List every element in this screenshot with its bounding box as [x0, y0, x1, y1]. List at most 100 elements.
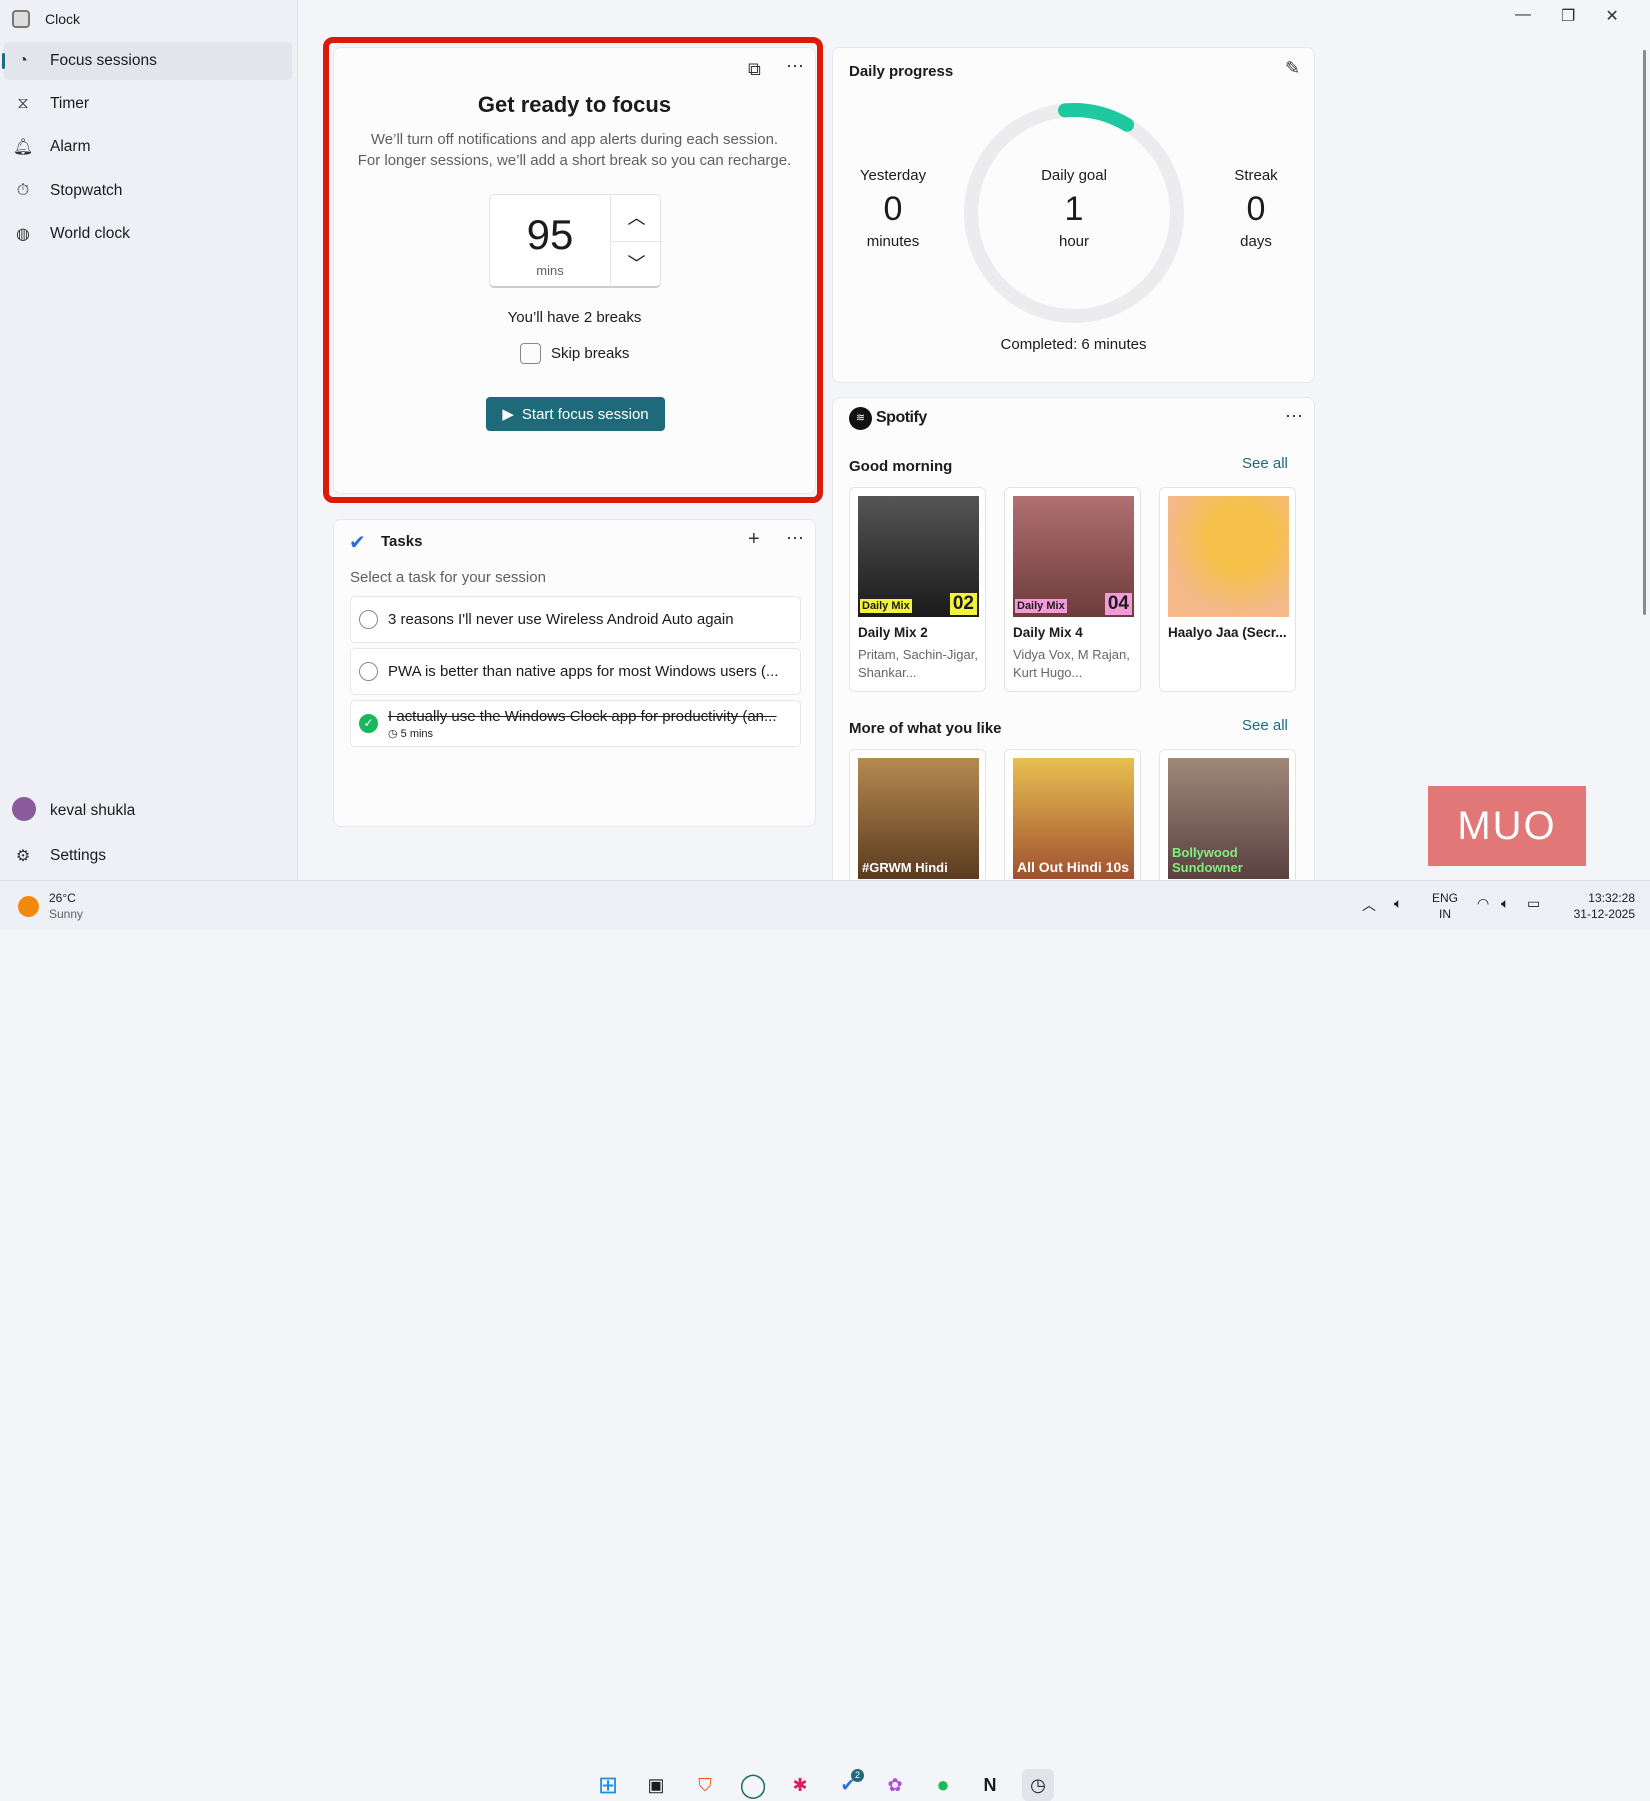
playlist-tile[interactable]: Daily Mix 02 Daily Mix 2 Pritam, Sachin-Jig… [849, 487, 986, 692]
play-icon: ▶ [502, 406, 514, 423]
spotify-brand: Spotify [876, 409, 927, 426]
sidebar-item-settings[interactable]: ⚙ Settings [4, 837, 292, 875]
opera-icon[interactable]: ◯ [737, 1769, 769, 1801]
sidebar-item-world-clock[interactable]: ◍ World clock [4, 215, 292, 253]
task-item[interactable]: ✓ I actually use the Windows Clock app f… [350, 700, 801, 747]
more-options-icon[interactable]: ⋯ [1285, 406, 1303, 427]
focus-description: We’ll turn off notifications and app ale… [357, 131, 792, 169]
task-duration: 5 mins [400, 727, 434, 740]
muo-watermark: MUO [1428, 786, 1586, 866]
sidebar-item-label: Timer [50, 95, 90, 112]
focus-card: ⧉ ⋯ Get ready to focus We’ll turn off no… [333, 47, 816, 494]
sidebar-item-label: Stopwatch [50, 182, 123, 199]
spotify-taskbar-icon[interactable]: ● [927, 1769, 959, 1801]
brave-icon[interactable]: ⛉ [689, 1769, 721, 1801]
weather-widget[interactable]: 26°C Sunny [49, 890, 83, 922]
add-task-icon[interactable]: + [748, 528, 760, 551]
sidebar-item-focus-sessions[interactable]: ◔ Focus sessions [2, 42, 292, 80]
skip-breaks-label: Skip breaks [551, 345, 630, 362]
see-all-link[interactable]: See all [1242, 455, 1288, 472]
avatar [12, 796, 36, 826]
wifi-icon[interactable]: ◠ [1477, 895, 1489, 912]
clock-taskbar-icon[interactable]: ◷ [1022, 1769, 1054, 1801]
start-icon[interactable]: ⊞ [592, 1769, 624, 1801]
playlist-tile[interactable]: #GRWM Hindi [849, 749, 986, 896]
chevron-up-icon[interactable]: ︿ [1362, 895, 1376, 915]
sidebar-item-timer[interactable]: ⧖ Timer [4, 85, 292, 123]
playlist-tile[interactable]: Bollywood Sundowner [1159, 749, 1296, 896]
notion-icon[interactable]: N [974, 1769, 1006, 1801]
volume-icon[interactable]: 🔈︎ [1501, 895, 1509, 912]
speaker-icon[interactable]: 🔈︎ [1394, 895, 1402, 912]
skip-breaks-checkbox[interactable]: Skip breaks [520, 343, 629, 364]
close-icon[interactable]: ✕ [1605, 6, 1618, 26]
cover-art: Daily Mix 04 [1013, 496, 1134, 617]
todo-icon[interactable]: ✔ 2 [832, 1769, 864, 1801]
sun-icon [18, 896, 39, 917]
sidebar-item-label: Settings [50, 847, 107, 864]
stopwatch-icon: ⏱︎ [16, 182, 30, 199]
globe-icon: ◍ [16, 226, 30, 243]
task-text: 3 reasons I'll never use Wireless Androi… [388, 611, 734, 628]
more-options-icon[interactable]: ⋯ [786, 56, 804, 77]
focus-icon: ◔ [18, 52, 28, 69]
tasks-card: ✔ Tasks + ⋯ Select a task for your sessi… [333, 519, 816, 827]
sidebar-item-label: Focus sessions [50, 52, 157, 69]
streak-stat: Streak 0 days [1234, 167, 1278, 250]
decrease-button[interactable]: ﹀ [610, 242, 662, 287]
task-item[interactable]: PWA is better than native apps for most … [350, 648, 801, 695]
scrollbar[interactable] [1643, 50, 1646, 615]
minutes-value[interactable]: 95 [490, 211, 610, 259]
language-indicator[interactable]: ENG IN [1432, 890, 1458, 922]
playlist-tile[interactable]: All Out Hindi 10s [1004, 749, 1141, 896]
edit-icon[interactable]: ✎ [1285, 58, 1300, 79]
restore-icon[interactable]: ❐ [1561, 6, 1575, 26]
minutes-stepper[interactable]: 95 mins ︿ ﹀ [489, 194, 662, 288]
battery-icon[interactable]: ▭ [1527, 895, 1540, 912]
task-done-icon[interactable]: ✓ [359, 714, 378, 733]
section-title: Good morning [849, 458, 953, 475]
task-item[interactable]: 3 reasons I'll never use Wireless Androi… [350, 596, 801, 643]
compact-view-icon[interactable]: ⧉ [748, 59, 761, 80]
bell-icon: 🔔︎ [12, 139, 34, 156]
breaks-info: You’ll have 2 breaks [507, 309, 642, 326]
yesterday-stat: Yesterday 0 minutes [859, 167, 927, 250]
playlist-tile[interactable]: Daily Mix 04 Daily Mix 4 Vidya Vox, M Rajan… [1004, 487, 1141, 692]
section-title: More of what you like [849, 720, 1002, 737]
completed-text: Completed: 6 minutes [1000, 336, 1147, 353]
cover-art: Bollywood Sundowner [1168, 758, 1289, 879]
start-focus-button[interactable]: ▶ Start focus session [486, 397, 665, 431]
cover-art: Daily Mix 02 [858, 496, 979, 617]
copilot-icon[interactable]: ✿ [879, 1769, 911, 1801]
spotify-card: ≋ Spotify ⋯ Good morning See all Daily M… [832, 397, 1315, 897]
hourglass-icon: ⧖ [17, 95, 29, 112]
playlist-tile[interactable]: Haalyo Jaa (Secr... [1159, 487, 1296, 692]
task-prompt: Select a task for your session [350, 569, 546, 586]
slack-icon[interactable]: ✱ [784, 1769, 816, 1801]
task-radio[interactable] [359, 662, 378, 681]
start-focus-label: Start focus session [521, 405, 649, 423]
clock-date[interactable]: 13:32:28 31-12-2025 [1560, 890, 1635, 922]
cover-art [1168, 496, 1289, 617]
more-options-icon[interactable]: ⋯ [786, 528, 804, 549]
task-text: PWA is better than native apps for most … [388, 663, 779, 680]
minutes-unit: mins [536, 263, 564, 278]
gear-icon: ⚙ [15, 848, 31, 865]
task-view-icon[interactable]: ▣ [640, 1769, 672, 1801]
window-controls: — ❐ ✕ [1515, 6, 1619, 26]
cover-art: #GRWM Hindi [858, 758, 979, 879]
user-profile[interactable]: keval shukla [4, 792, 292, 830]
sidebar-item-label: World clock [50, 225, 130, 242]
app-title: Clock [45, 11, 81, 27]
increase-button[interactable]: ︿ [610, 195, 662, 242]
task-radio[interactable] [359, 610, 378, 629]
checkbox-box[interactable] [520, 343, 541, 364]
progress-title: Daily progress [849, 63, 954, 80]
sidebar-item-stopwatch[interactable]: ⏱︎ Stopwatch [4, 172, 292, 210]
minimize-icon[interactable]: — [1515, 6, 1531, 26]
see-all-link[interactable]: See all [1242, 717, 1288, 734]
cover-art: All Out Hindi 10s [1013, 758, 1134, 879]
sidebar-item-alarm[interactable]: 🔔︎ Alarm [4, 128, 292, 166]
todo-check-icon: ✔ [349, 532, 366, 554]
user-name: keval shukla [50, 802, 136, 819]
